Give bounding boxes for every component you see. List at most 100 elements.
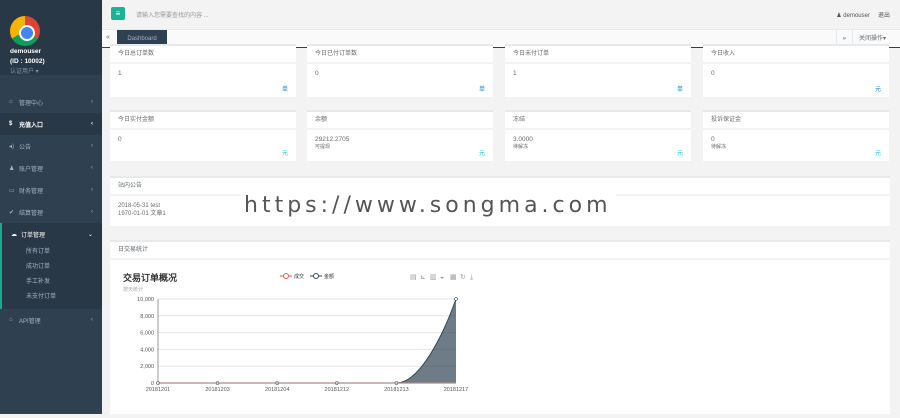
sidebar-item-1[interactable]: $ 充值入口 ‹ — [0, 113, 102, 135]
stat-value: 29212.2705 — [315, 136, 350, 143]
stat-unit: 单 — [478, 87, 485, 93]
home-icon: ⌂ — [9, 99, 13, 105]
stat-title: 今日收入 — [703, 46, 889, 64]
y-tick-label: 8,000 — [140, 314, 154, 320]
stat-title: 冻结 — [505, 112, 691, 130]
stat-card: 今日实付金额 0 元 — [110, 110, 296, 161]
x-tick-label: 20181201 — [146, 387, 170, 393]
tab-scroll-left-button[interactable]: « — [106, 34, 110, 41]
stat-unit: 元 — [676, 151, 683, 157]
user-link[interactable]: ♟ demouser — [836, 13, 870, 19]
stat-value: 1 — [513, 70, 517, 77]
series-area-amount — [158, 299, 456, 383]
data-point[interactable] — [454, 297, 458, 301]
stack-tool-icon[interactable]: ◒ — [440, 274, 444, 281]
legend-marker[interactable] — [313, 273, 319, 279]
sidebar-item-2[interactable]: ◂) 公告 ‹ — [0, 135, 102, 157]
stat-unit: 元 — [478, 151, 485, 157]
stat-value: 0 — [711, 136, 715, 143]
stat-card: 投诉保证金 0 待解冻元 — [703, 110, 889, 161]
x-tick-label: 20181217 — [444, 387, 468, 393]
x-tick-label: 20181203 — [205, 387, 229, 393]
search-input[interactable]: 请输入您需要查找的内容 ... — [136, 10, 209, 19]
line-tool-icon[interactable]: ⊾ — [420, 274, 426, 281]
sidebar-item-4[interactable]: ▭ 财务管理 ‹ — [0, 179, 102, 201]
sidebar-item-label: 管理中心 — [19, 100, 44, 107]
chart-subtitle: 按天统计 — [123, 286, 143, 293]
chevron-left-icon: ‹ — [91, 121, 93, 127]
user-id: (ID : 10002) — [10, 58, 45, 65]
username: demouser — [10, 48, 42, 55]
y-tick-label: 6,000 — [140, 331, 154, 337]
refresh-tool-icon[interactable]: ↻ — [460, 274, 466, 281]
chevron-left-icon: ‹ — [91, 209, 93, 215]
stat-title: 今日未付订单 — [505, 46, 691, 64]
stat-card: 今日已付订单数 0 单 — [307, 44, 493, 97]
stat-value: 1 — [118, 70, 122, 77]
stat-note: 待解冻 — [513, 144, 529, 150]
stat-unit: 元 — [281, 151, 288, 157]
card-icon: ▭ — [9, 187, 15, 194]
stat-title: 今日总订单数 — [110, 46, 296, 64]
stat-unit: 元 — [874, 87, 881, 93]
stat-value: 3.0000 — [513, 136, 533, 143]
stat-unit: 单 — [676, 87, 683, 93]
stat-note: 可提现 — [315, 144, 331, 150]
stat-title: 余额 — [307, 112, 493, 130]
sidebar-item-0[interactable]: ⌂ 管理中心 ‹ — [0, 91, 102, 113]
stat-value: 0 — [315, 70, 319, 77]
x-tick-label: 20181212 — [325, 387, 349, 393]
chart-title: 交易订单概况 — [123, 272, 177, 283]
legend-label[interactable]: 成交 — [294, 273, 304, 280]
menu-toggle-button[interactable]: ≡ — [111, 7, 125, 20]
y-tick-label: 10,000 — [137, 297, 154, 303]
submenu-item[interactable]: 未支付订单 — [2, 290, 102, 305]
sidebar: demouser (ID : 10002) 认证用户 ▾ ⌂ 管理中心 ‹ $ 充值入口… — [0, 0, 102, 414]
submenu-item[interactable]: 所有订单 — [2, 245, 102, 260]
download-tool-icon[interactable]: ⤓ — [470, 274, 473, 281]
y-tick-label: 2,000 — [140, 364, 154, 370]
sidebar-item-label: 财务管理 — [19, 188, 44, 195]
bank-icon: ⌂ — [9, 317, 13, 323]
y-tick-label: 4,000 — [140, 347, 154, 353]
legend-marker[interactable] — [283, 273, 289, 279]
logout-link[interactable]: 退出 — [878, 13, 890, 19]
user-icon: ♟ — [9, 165, 15, 172]
sidebar-item-label: API管理 — [19, 318, 41, 325]
watermark: https://www.songma.com — [240, 193, 616, 218]
chevron-left-icon: ‹ — [91, 317, 93, 323]
stat-value: 0 — [118, 136, 122, 143]
chevron-down-icon: ⌄ — [87, 231, 93, 238]
stat-title: 今日实付金额 — [110, 112, 296, 130]
user-role-dropdown[interactable]: 认证用户 ▾ — [10, 66, 102, 75]
stat-title: 投诉保证金 — [703, 112, 889, 130]
order-submenu: 所有订单 成功订单 手工补发 未支付订单 — [0, 245, 102, 309]
stat-unit: 单 — [281, 87, 288, 93]
bar-tool-icon[interactable]: ▥ — [430, 274, 437, 281]
x-tick-label: 20181213 — [384, 387, 408, 393]
chart: 交易订单概况按天统计成交 金额 ▤ ⊾ ▥ ◒ ▦ ↻ ⤓02,0004,0006,0008,0… — [123, 272, 473, 393]
sidebar-item-label: 订单管理 — [21, 232, 46, 239]
sidebar-item-3[interactable]: ♟ 账户管理 ‹ — [0, 157, 102, 179]
check-icon: ✔ — [9, 209, 15, 216]
series-line-amount — [157, 298, 457, 384]
submenu-item[interactable]: 手工补发 — [2, 275, 102, 290]
submenu-item[interactable]: 成功订单 — [2, 260, 102, 275]
sidebar-item-label: 账户管理 — [19, 166, 44, 173]
chevron-left-icon: ‹ — [91, 99, 93, 105]
file-tool-icon[interactable]: ▤ — [410, 274, 417, 281]
chevron-left-icon: ‹ — [91, 165, 93, 171]
legend-label[interactable]: 金额 — [324, 273, 334, 280]
grid-tool-icon[interactable]: ▦ — [450, 274, 457, 281]
stat-card: 今日未付订单 1 单 — [505, 44, 691, 97]
sidebar-item-label: 公告 — [19, 144, 32, 151]
sidebar-item-5[interactable]: ✔ 结算管理 ‹ — [0, 201, 102, 223]
sidebar-item-api[interactable]: ⌂ API管理 ‹ — [0, 309, 102, 331]
stat-card: 余额 29212.2705 可提现元 — [307, 110, 493, 161]
sidebar-item-label: 充值入口 — [19, 122, 44, 129]
profile: demouser (ID : 10002) 认证用户 ▾ — [0, 0, 102, 75]
sidebar-item-6[interactable]: ☁ 订单管理 ⌄ — [0, 223, 102, 245]
stat-card: 冻结 3.0000 待解冻元 — [505, 110, 691, 161]
volume-icon: ◂) — [9, 143, 15, 150]
chevron-left-icon: ‹ — [91, 187, 93, 193]
